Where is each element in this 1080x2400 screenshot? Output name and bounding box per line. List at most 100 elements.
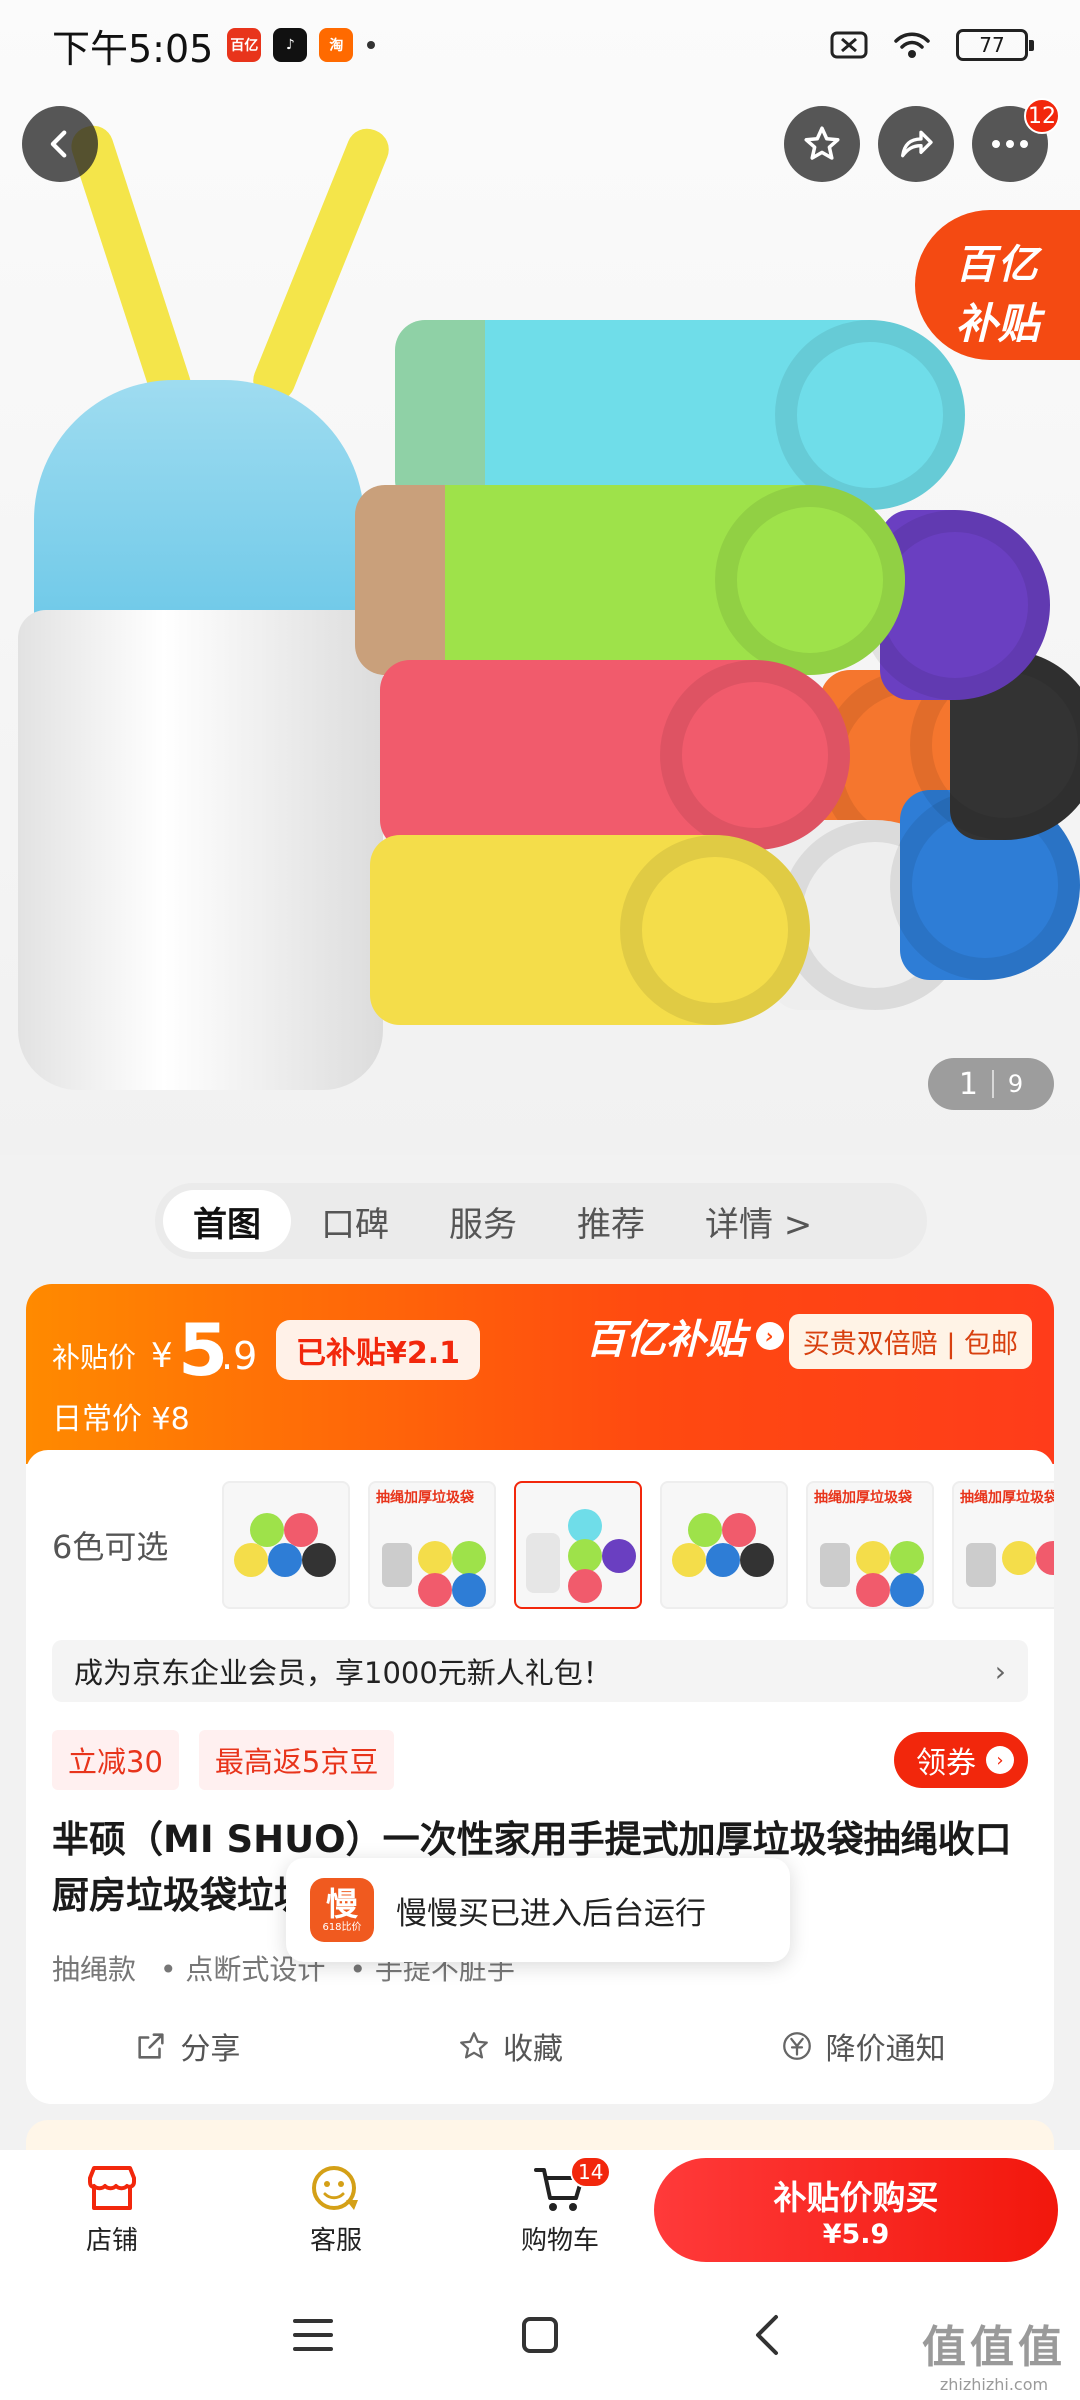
cart-button[interactable]: 购物车 14	[448, 2150, 672, 2270]
manmanbuy-app-icon: 慢 618比价	[310, 1878, 374, 1942]
product-actions: 分享 收藏 降价通知	[26, 2016, 1054, 2076]
promo-tag-discount: 立减30	[52, 1730, 179, 1790]
chevron-right-icon: ›	[755, 1322, 784, 1350]
battery-icon: 77	[956, 29, 1034, 61]
promo-tag-beans: 最高返5京豆	[198, 1730, 395, 1790]
favorite-action-button[interactable]: 收藏	[457, 2024, 563, 2068]
bag-handle-right	[247, 122, 395, 408]
section-tabs: 首图 口碑 服务 推荐 详情 >	[155, 1183, 927, 1259]
share-label: 分享	[180, 2032, 241, 2067]
trash-bin	[18, 610, 383, 1090]
share-top-button[interactable]	[878, 106, 954, 182]
brand-subsidy-tagline: 买贵双倍赔 | 包邮	[788, 1314, 1032, 1369]
shop-button[interactable]: 店铺	[0, 2150, 224, 2270]
tiktok-icon: ♪	[273, 28, 308, 62]
toast-message: 慢慢买已进入后台运行	[396, 1895, 706, 1932]
subsidy-tag-line2: 补贴	[955, 299, 1040, 348]
card-body: 6色可选 抽绳加厚垃圾袋 抽绳加厚垃圾袋 抽绳加厚垃圾袋 成为京东企业会员，享1…	[26, 1450, 1054, 2104]
price-drop-button[interactable]: 降价通知	[780, 2024, 946, 2068]
variant-thumb-caption: 抽绳加厚垃圾袋	[960, 1490, 1054, 1506]
shop-icon	[88, 2165, 136, 2210]
tab-reviews[interactable]: 口碑	[291, 1190, 419, 1252]
tab-service[interactable]: 服务	[419, 1190, 547, 1252]
more-dots-icon	[992, 140, 1028, 148]
chevron-left-icon	[50, 130, 67, 158]
brand-subsidy-badge[interactable]: 百亿补贴 › 买贵双倍赔 | 包邮	[586, 1304, 1032, 1369]
tab-recommend[interactable]: 推荐	[547, 1190, 675, 1252]
site-watermark: 值值值 zhizhizhi.com	[922, 2311, 1066, 2394]
attribute-item: 抽绳款	[52, 1953, 137, 1986]
share-arrow-icon	[901, 130, 933, 158]
status-bar: 下午5:05 百亿 ♪ 淘 77	[0, 0, 1080, 90]
coupon-button-label: 领券	[916, 1746, 976, 1781]
product-info-card: 补贴价 ¥ 5 .9 已补贴¥2.1 日常价 ¥8 百亿补贴 › 买贵双倍赔 |…	[26, 1284, 1054, 2104]
regular-price: 日常价 ¥8	[52, 1402, 190, 1437]
variant-thumbnail[interactable]	[660, 1481, 788, 1609]
background-run-toast: 慢 618比价 慢慢买已进入后台运行	[286, 1858, 790, 1962]
system-back-button[interactable]	[727, 2295, 807, 2375]
page-separator	[991, 1070, 994, 1098]
sim-off-icon	[830, 31, 868, 59]
wifi-icon	[894, 32, 930, 58]
subsidy-tag-line1: 百亿	[955, 242, 1040, 288]
taobao-icon: 淘	[319, 28, 354, 62]
trash-bag	[34, 380, 364, 640]
favorite-button[interactable]	[784, 106, 860, 182]
enterprise-member-banner[interactable]: 成为京东企业会员，享1000元新人礼包！ ›	[52, 1640, 1028, 1702]
variant-selector: 6色可选 抽绳加厚垃圾袋 抽绳加厚垃圾袋 抽绳加厚垃圾袋	[52, 1480, 1054, 1610]
variant-thumbnail[interactable]: 抽绳加厚垃圾袋	[952, 1481, 1054, 1609]
status-right: 77	[830, 29, 1034, 61]
price-drop-icon	[782, 2032, 811, 2060]
bottom-action-bar: 店铺 客服 购物车 14 补贴价购买 ¥5.9	[0, 2150, 1080, 2270]
subsidy-buy-button[interactable]: 补贴价购买 ¥5.9	[654, 2158, 1058, 2262]
buy-button-price: ¥5.9	[822, 2218, 890, 2250]
promo-row: 立减30 最高返5京豆 领券 ›	[52, 1730, 1028, 1790]
watermark-url: zhizhizhi.com	[939, 2375, 1049, 2394]
subsidy-amount-badge: 已补贴¥2.1	[276, 1320, 481, 1380]
price-currency: ¥	[151, 1336, 173, 1376]
customer-service-icon	[312, 2165, 358, 2210]
roll-green	[355, 485, 905, 675]
notification-dot	[367, 41, 376, 49]
variant-thumb-caption: 抽绳加厚垃圾袋	[376, 1490, 474, 1506]
recents-button[interactable]	[273, 2295, 353, 2375]
price-decimal: .9	[221, 1334, 258, 1378]
status-app-icons: 百亿 ♪ 淘	[227, 28, 354, 62]
tab-main-image[interactable]: 首图	[163, 1190, 291, 1252]
product-image-carousel[interactable]: 12 百亿 补贴 1 9	[0, 0, 1080, 1155]
app-icon-main: 慢	[325, 1885, 358, 1923]
price-drop-label: 降价通知	[825, 2032, 946, 2067]
chevron-right-icon: ›	[994, 1654, 1006, 1688]
customer-service-button[interactable]: 客服	[224, 2150, 448, 2270]
back-triangle-icon	[755, 2315, 778, 2355]
roll-cyan	[395, 320, 965, 510]
page-total: 9	[1007, 1070, 1024, 1098]
variant-thumbnail[interactable]	[222, 1481, 350, 1609]
chevron-right-icon: ›	[986, 1746, 1014, 1774]
buy-button-label: 补贴价购买	[773, 2177, 939, 2217]
get-coupon-button[interactable]: 领券 ›	[894, 1732, 1028, 1788]
status-time: 下午5:05	[52, 26, 214, 71]
variant-thumbnails: 抽绳加厚垃圾袋 抽绳加厚垃圾袋 抽绳加厚垃圾袋	[222, 1481, 1054, 1609]
subsidy-price-label: 补贴价	[52, 1341, 137, 1374]
variant-thumbnail-selected[interactable]	[514, 1481, 642, 1609]
page-current: 1	[958, 1066, 978, 1102]
price-banner: 补贴价 ¥ 5 .9 已补贴¥2.1 日常价 ¥8 百亿补贴 › 买贵双倍赔 |…	[26, 1284, 1054, 1464]
cart-label: 购物车	[520, 2225, 599, 2256]
star-icon	[804, 126, 840, 160]
image-page-indicator: 1 9	[928, 1058, 1054, 1110]
home-button[interactable]	[500, 2295, 580, 2375]
share-button[interactable]: 分享	[134, 2024, 240, 2068]
customer-service-label: 客服	[309, 2225, 362, 2256]
brand-subsidy-title: 百亿补贴 ›	[586, 1307, 784, 1365]
tab-details[interactable]: 详情 >	[675, 1190, 842, 1252]
variant-thumbnail[interactable]: 抽绳加厚垃圾袋	[806, 1481, 934, 1609]
variant-thumbnail[interactable]: 抽绳加厚垃圾袋	[368, 1481, 496, 1609]
message-count-badge: 12	[1024, 98, 1060, 134]
watermark-logo: 值值值	[922, 2322, 1066, 2373]
roll-yellow	[370, 835, 810, 1025]
more-button[interactable]: 12	[972, 98, 1060, 182]
home-square-icon	[521, 2317, 558, 2353]
back-button[interactable]	[22, 106, 98, 182]
star-outline-icon	[460, 2032, 488, 2059]
